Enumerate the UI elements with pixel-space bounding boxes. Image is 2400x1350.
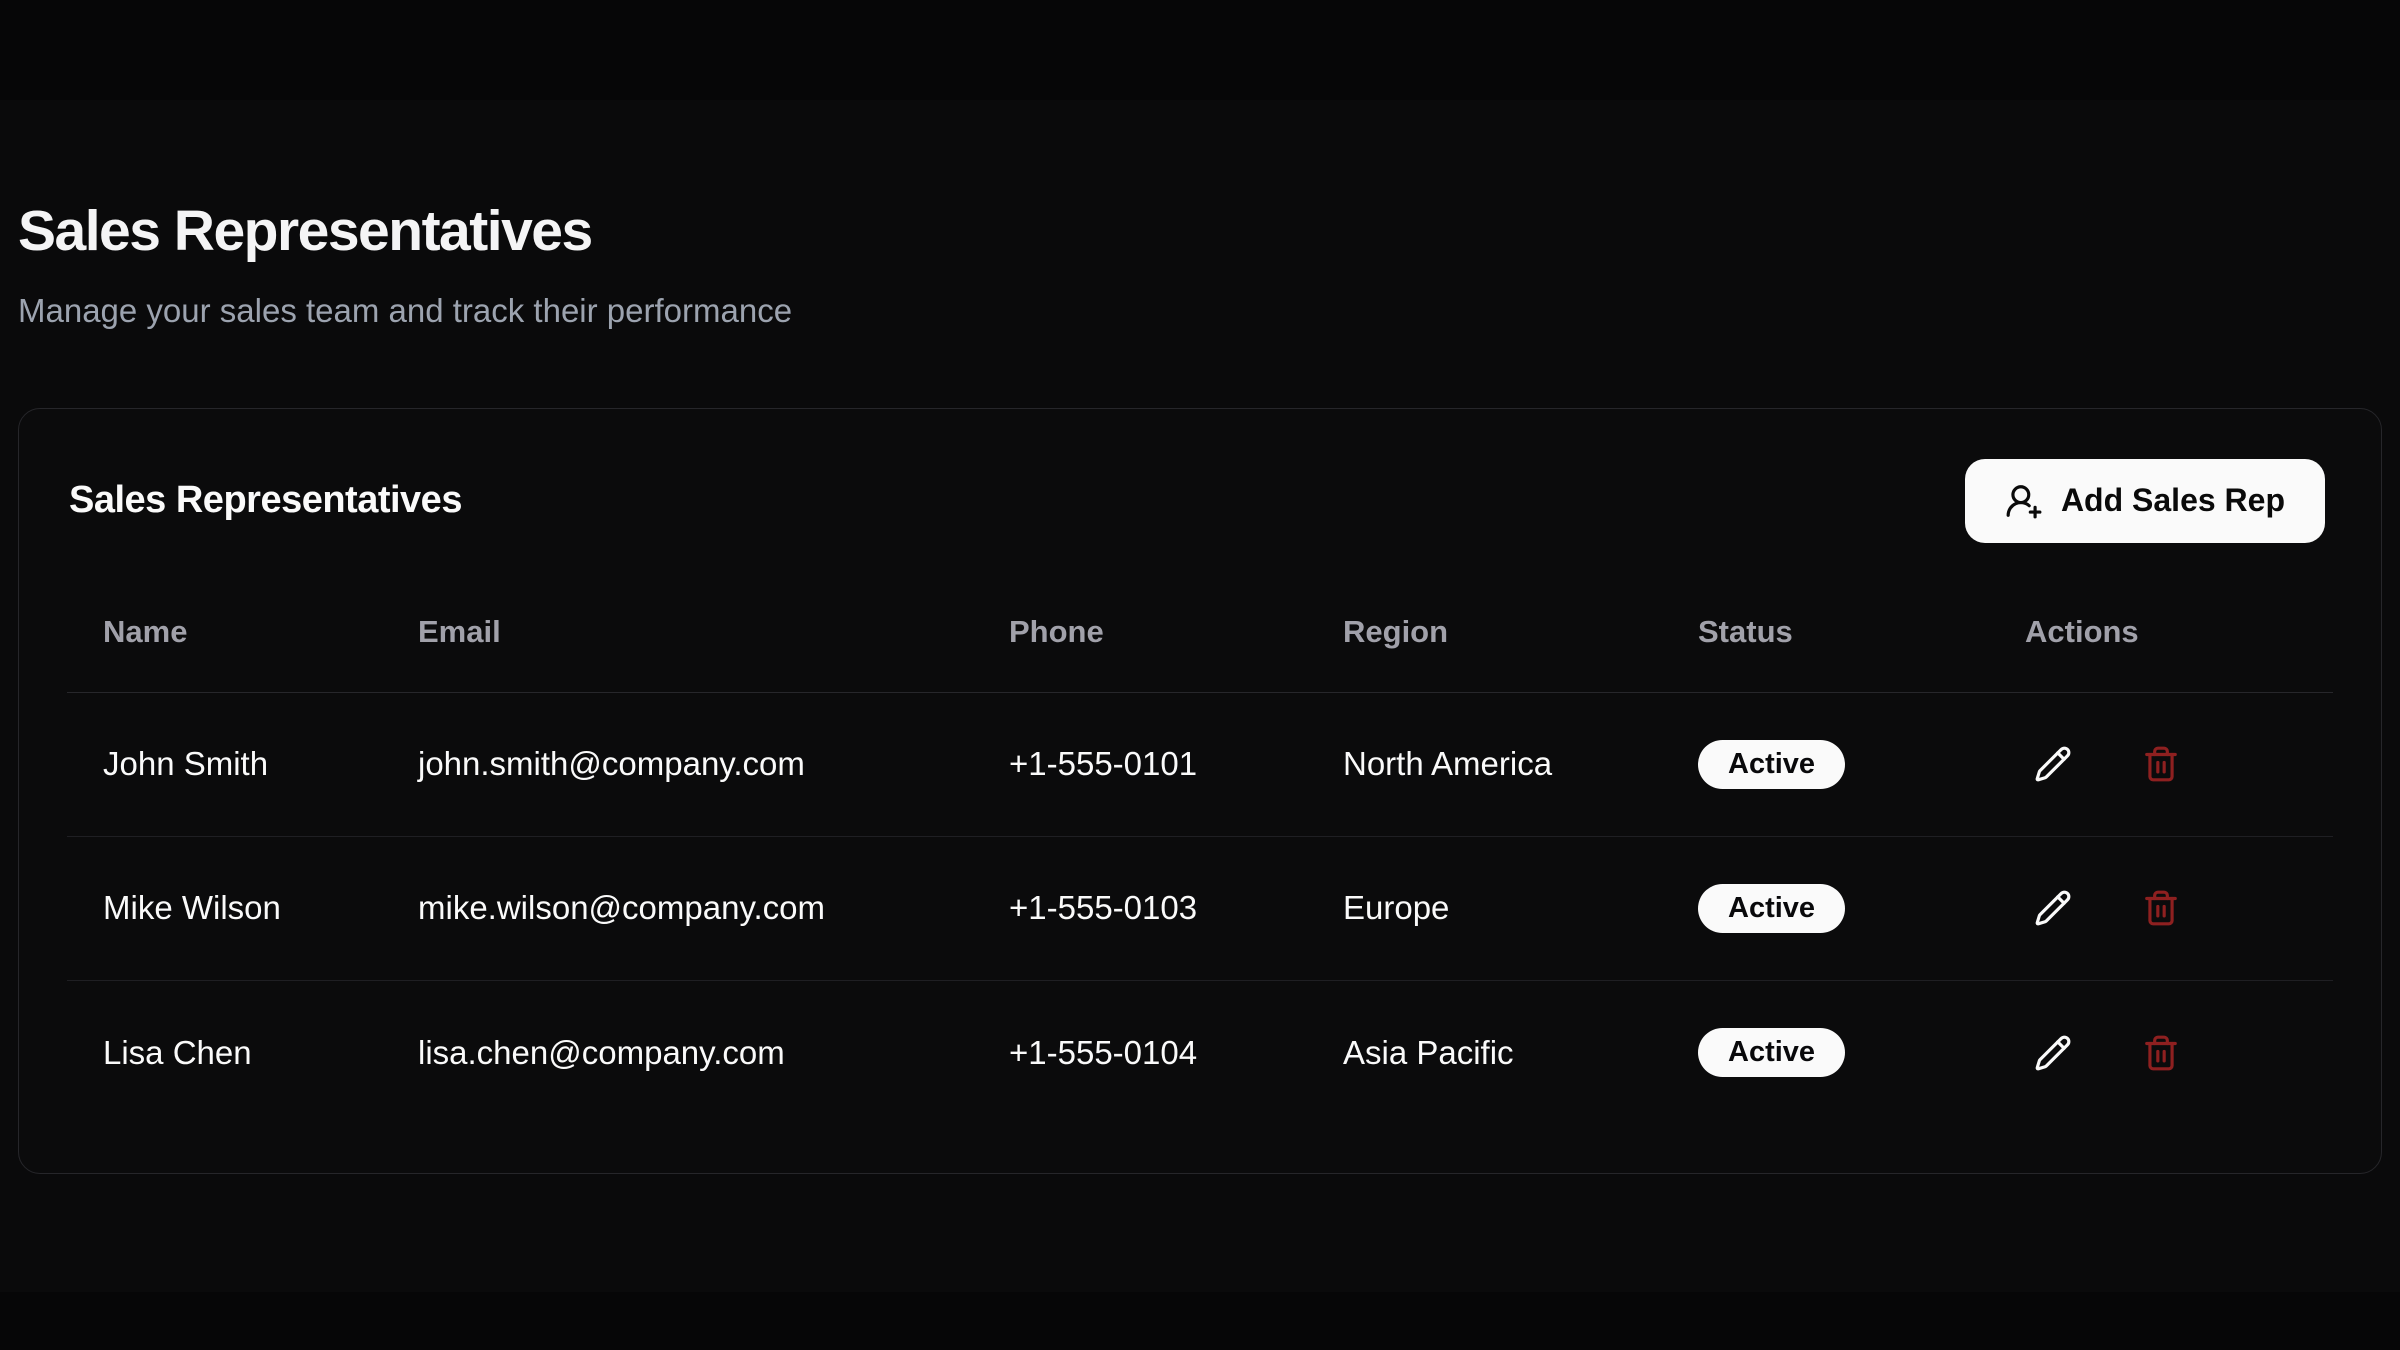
table-row: John Smith john.smith@company.com +1-555… <box>67 693 2333 837</box>
name-cell: Lisa Chen <box>67 1034 382 1072</box>
trash-icon <box>2142 889 2180 927</box>
sales-reps-card: Sales Representatives Add Sales Rep Name… <box>18 408 2382 1174</box>
add-sales-rep-button-label: Add Sales Rep <box>2061 482 2285 519</box>
status-cell: Active <box>1662 884 1989 933</box>
column-header-actions: Actions <box>1989 614 2333 650</box>
status-badge: Active <box>1698 1028 1845 1077</box>
delete-button[interactable] <box>2133 736 2189 792</box>
page-subtitle: Manage your sales team and track their p… <box>18 292 2382 330</box>
page-title: Sales Representatives <box>18 202 2382 262</box>
phone-cell: +1-555-0101 <box>973 745 1307 783</box>
region-cell: Europe <box>1307 889 1662 927</box>
trash-icon <box>2142 1034 2180 1072</box>
delete-button[interactable] <box>2133 880 2189 936</box>
region-cell: North America <box>1307 745 1662 783</box>
pencil-icon <box>2034 745 2072 783</box>
column-header-region: Region <box>1307 614 1662 650</box>
column-header-status: Status <box>1662 614 1989 650</box>
user-plus-icon <box>2005 482 2043 520</box>
sales-reps-table: NameEmailPhoneRegionStatusActions John S… <box>67 573 2333 1125</box>
add-sales-rep-button[interactable]: Add Sales Rep <box>1965 459 2325 543</box>
email-cell: john.smith@company.com <box>382 745 973 783</box>
pencil-icon <box>2034 889 2072 927</box>
table-header-row: NameEmailPhoneRegionStatusActions <box>67 573 2333 693</box>
table-body: John Smith john.smith@company.com +1-555… <box>67 693 2333 1125</box>
status-badge: Active <box>1698 884 1845 933</box>
email-cell: lisa.chen@company.com <box>382 1034 973 1072</box>
delete-button[interactable] <box>2133 1025 2189 1081</box>
trash-icon <box>2142 745 2180 783</box>
phone-cell: +1-555-0103 <box>973 889 1307 927</box>
pencil-icon <box>2034 1034 2072 1072</box>
column-header-name: Name <box>67 614 382 650</box>
column-header-phone: Phone <box>973 614 1307 650</box>
actions-cell <box>1989 1025 2333 1081</box>
status-badge: Active <box>1698 740 1845 789</box>
page-header: Sales Representatives Manage your sales … <box>18 202 2382 330</box>
name-cell: John Smith <box>67 745 382 783</box>
page-content: Sales Representatives Manage your sales … <box>0 100 2400 1292</box>
column-header-email: Email <box>382 614 973 650</box>
email-cell: mike.wilson@company.com <box>382 889 973 927</box>
card-title: Sales Representatives <box>69 479 462 522</box>
status-cell: Active <box>1662 740 1989 789</box>
region-cell: Asia Pacific <box>1307 1034 1662 1072</box>
edit-button[interactable] <box>2025 1025 2081 1081</box>
edit-button[interactable] <box>2025 880 2081 936</box>
card-header: Sales Representatives Add Sales Rep <box>19 409 2381 543</box>
status-cell: Active <box>1662 1028 1989 1077</box>
table-row: Mike Wilson mike.wilson@company.com +1-5… <box>67 837 2333 981</box>
actions-cell <box>1989 880 2333 936</box>
actions-cell <box>1989 736 2333 792</box>
table-row: Lisa Chen lisa.chen@company.com +1-555-0… <box>67 981 2333 1125</box>
edit-button[interactable] <box>2025 736 2081 792</box>
phone-cell: +1-555-0104 <box>973 1034 1307 1072</box>
name-cell: Mike Wilson <box>67 889 382 927</box>
